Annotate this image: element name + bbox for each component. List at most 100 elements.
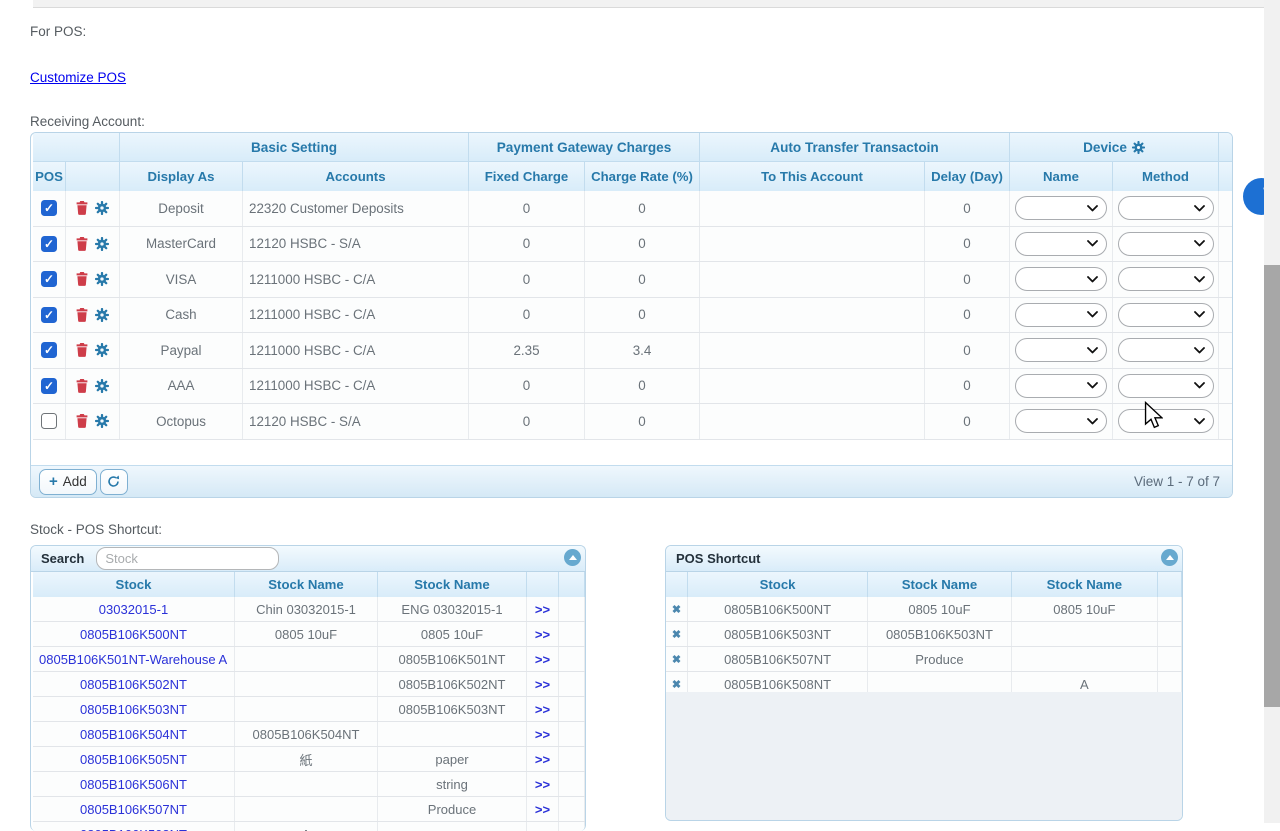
shortcut-column-header-stock-name: Stock Name	[1012, 572, 1158, 597]
gear-icon[interactable]	[95, 201, 109, 215]
move-to-shortcut-link[interactable]: >>	[535, 602, 550, 617]
move-to-shortcut-link[interactable]: >>	[535, 827, 550, 831]
pos-checkbox[interactable]: ✓	[41, 378, 57, 394]
device-method-select-cell	[1113, 262, 1219, 297]
pos-checkbox-cell: ✓	[33, 333, 66, 368]
remove-icon[interactable]: ✖	[672, 678, 681, 691]
stock-cell: 0805B106K505NT	[33, 747, 235, 771]
device-method-select[interactable]	[1118, 196, 1214, 220]
device-name-select[interactable]	[1015, 196, 1107, 220]
device-method-select[interactable]	[1118, 338, 1214, 362]
device-method-select[interactable]	[1118, 303, 1214, 327]
chevron-down-icon	[1194, 382, 1205, 389]
stock-link[interactable]: 0805B106K504NT	[80, 727, 187, 742]
delete-icon[interactable]	[76, 237, 88, 251]
scrollbar-track[interactable]	[1264, 0, 1280, 823]
stock-cell: 0805B106K502NT	[33, 672, 235, 696]
device-method-select[interactable]	[1118, 374, 1214, 398]
stock-link[interactable]: 0805B106K502NT	[80, 677, 187, 692]
collapse-button[interactable]	[1161, 549, 1178, 566]
device-method-select[interactable]	[1118, 409, 1214, 433]
move-to-shortcut-link[interactable]: >>	[535, 677, 550, 692]
stock-link[interactable]: 0805B106K507NT	[80, 802, 187, 817]
stock-cell: 0805B106K507NT	[688, 647, 868, 671]
delete-icon[interactable]	[76, 308, 88, 322]
move-to-shortcut-link[interactable]: >>	[535, 627, 550, 642]
device-name-select[interactable]	[1015, 267, 1107, 291]
move-to-shortcut-link[interactable]: >>	[535, 752, 550, 767]
scrollbar-thumb[interactable]	[1264, 265, 1280, 707]
gear-icon[interactable]	[95, 414, 109, 428]
stock-column-header-stock: Stock	[33, 572, 235, 597]
move-to-shortcut-link[interactable]: >>	[535, 727, 550, 742]
gear-icon[interactable]	[95, 343, 109, 357]
gear-icon[interactable]	[95, 237, 109, 251]
stock-name2-cell: Produce	[378, 797, 527, 821]
move-to-shortcut-link[interactable]: >>	[535, 802, 550, 817]
stock-link[interactable]: 0805B106K500NT	[80, 627, 187, 642]
delete-icon[interactable]	[76, 379, 88, 393]
device-name-select[interactable]	[1015, 338, 1107, 362]
move-to-shortcut-link[interactable]: >>	[535, 702, 550, 717]
device-name-select-cell	[1010, 262, 1113, 297]
delete-icon[interactable]	[76, 414, 88, 428]
group-header-basic-setting: Basic Setting	[120, 133, 469, 161]
receiving-body: ✓Deposit22320 Customer Deposits000✓Maste…	[33, 191, 1232, 468]
charge-rate-cell: 0	[585, 191, 700, 226]
add-button-label: Add	[63, 474, 87, 489]
filler-cell	[559, 722, 585, 746]
stock-link[interactable]: 0805B106K506NT	[80, 777, 187, 792]
add-button[interactable]: + Add	[39, 469, 97, 495]
delay-day-cell: 0	[925, 227, 1010, 262]
device-name-select[interactable]	[1015, 374, 1107, 398]
stock-link[interactable]: 03032015-1	[99, 602, 168, 617]
pos-checkbox[interactable]: ✓	[41, 236, 57, 252]
filler-cell	[559, 622, 585, 646]
stock-link[interactable]: 0805B106K505NT	[80, 752, 187, 767]
move-to-shortcut-link[interactable]: >>	[535, 777, 550, 792]
list-item: 03032015-1Chin 03032015-1ENG 03032015-1>…	[33, 597, 585, 622]
move-cell: >>	[527, 722, 559, 746]
filler-cell	[559, 647, 585, 671]
pos-checkbox[interactable]: ✓	[41, 271, 57, 287]
pos-checkbox[interactable]: ✓	[41, 342, 57, 358]
gear-icon[interactable]	[95, 308, 109, 322]
pos-checkbox[interactable]	[41, 413, 57, 429]
move-to-shortcut-link[interactable]: >>	[535, 652, 550, 667]
table-row: ✓VISA1211000 HSBC - C/A000	[33, 262, 1232, 298]
stock-link[interactable]: 0805B106K503NT	[80, 702, 187, 717]
remove-icon[interactable]: ✖	[672, 653, 681, 666]
group-header-auto-transfer-transactoin: Auto Transfer Transactoin	[700, 133, 1010, 161]
table-row: Octopus12120 HSBC - S/A000	[33, 404, 1232, 440]
device-name-select[interactable]	[1015, 303, 1107, 327]
search-input[interactable]	[96, 547, 279, 570]
gear-icon[interactable]	[1132, 141, 1145, 154]
gear-icon[interactable]	[95, 379, 109, 393]
device-name-select[interactable]	[1015, 232, 1107, 256]
remove-icon[interactable]: ✖	[672, 628, 681, 641]
chevron-down-icon	[1087, 205, 1098, 212]
device-method-select[interactable]	[1118, 232, 1214, 256]
pos-checkbox[interactable]: ✓	[41, 307, 57, 323]
customize-pos-link[interactable]: Customize POS	[30, 70, 126, 85]
stock-link[interactable]: 0805B106K508NT	[80, 827, 187, 831]
device-name-select-cell	[1010, 369, 1113, 404]
filler-cell	[559, 597, 585, 621]
device-name-select[interactable]	[1015, 409, 1107, 433]
gear-icon[interactable]	[95, 272, 109, 286]
delete-icon[interactable]	[76, 343, 88, 357]
device-method-select-cell	[1113, 298, 1219, 333]
stock-pos-shortcut-label: Stock - POS Shortcut:	[30, 522, 162, 537]
top-divider	[33, 0, 1280, 8]
collapse-button[interactable]	[564, 549, 581, 566]
refresh-button[interactable]	[100, 469, 128, 495]
stock-link[interactable]: 0805B106K501NT-Warehouse A	[39, 652, 227, 667]
pos-checkbox[interactable]: ✓	[41, 200, 57, 216]
delete-icon[interactable]	[76, 201, 88, 215]
device-method-select[interactable]	[1118, 267, 1214, 291]
delay-day-cell: 0	[925, 262, 1010, 297]
remove-icon[interactable]: ✖	[672, 603, 681, 616]
list-item: ✖0805B106K507NTProduce	[666, 647, 1182, 672]
delete-icon[interactable]	[76, 272, 88, 286]
stock-name2-cell: 0805B106K501NT	[378, 647, 527, 671]
